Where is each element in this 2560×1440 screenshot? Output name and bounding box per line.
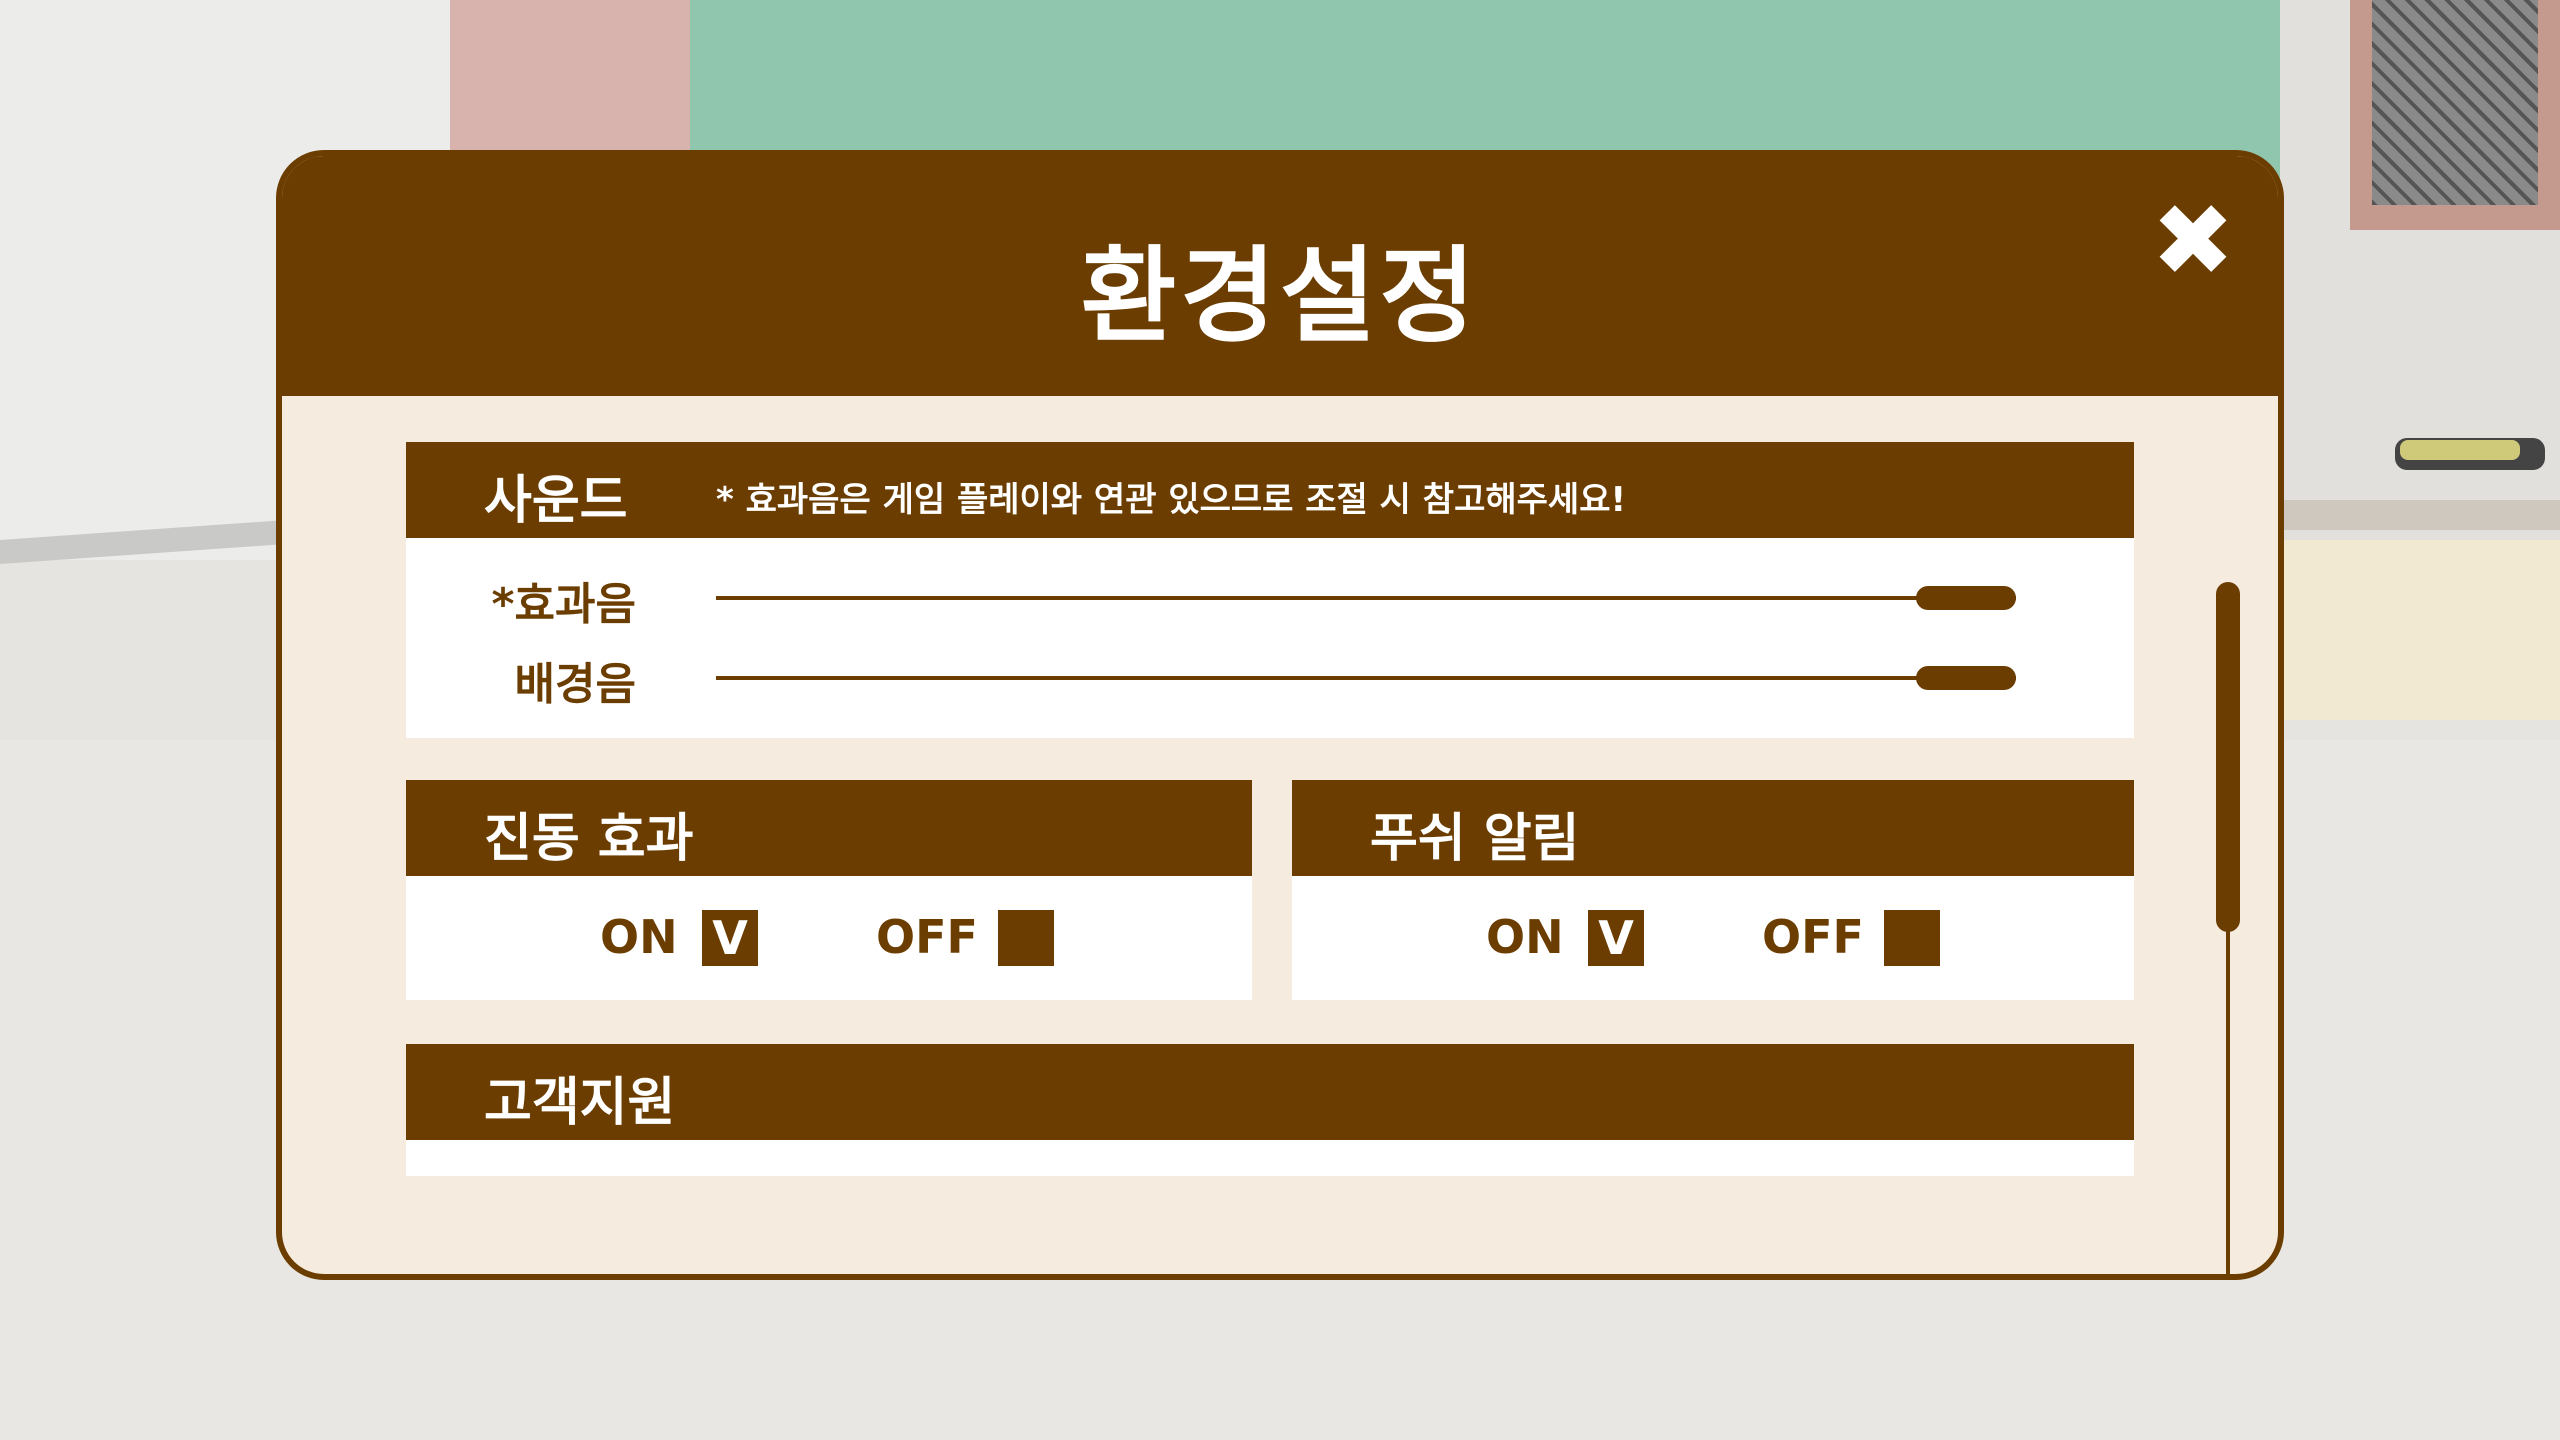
vibration-on-label: ON [600,910,678,964]
settings-dialog: 환경설정 ✖ 사운드 * 효과음은 게임 플레이와 연관 있으므로 조절 시 참… [276,150,2284,1280]
background-desk [2280,540,2560,720]
support-section-body [406,1140,2134,1176]
push-section-body: ON V OFF [1292,876,2134,1000]
sound-section-header: 사운드 * 효과음은 게임 플레이와 연관 있으므로 조절 시 참고해주세요! [406,442,2134,538]
push-on-checkbox[interactable]: V [1588,910,1644,966]
support-section-header: 고객지원 [406,1044,2134,1140]
push-on-label: ON [1486,910,1564,964]
background-pencil-case-tag [2400,440,2520,460]
scrollbar-thumb[interactable] [2216,582,2240,932]
sound-section-body: *효과음 배경음 [406,538,2134,738]
sound-section-title: 사운드 [484,471,628,531]
vibration-on-checkbox[interactable]: V [702,910,758,966]
bgm-label: 배경음 [514,659,636,710]
push-section-header: 푸쉬 알림 [1292,780,2134,876]
close-button[interactable]: ✖ [2148,191,2238,291]
sound-notice: * 효과음은 게임 플레이와 연관 있으므로 조절 시 참고해주세요! [716,480,1626,520]
vibration-off-label: OFF [876,910,978,964]
dialog-header: 환경설정 ✖ [282,156,2278,396]
bgm-slider-track[interactable] [716,676,2016,680]
background-window-grid [2372,0,2538,205]
push-section-title: 푸쉬 알림 [1370,809,1580,869]
support-section-title: 고객지원 [484,1073,676,1133]
dialog-title: 환경설정 [1080,235,1480,357]
bgm-slider-handle[interactable] [1916,666,2016,690]
close-icon: ✖ [2151,182,2235,299]
background-ledge [2280,500,2560,530]
push-off-label: OFF [1762,910,1864,964]
vibration-section-body: ON V OFF [406,876,1252,1000]
sfx-slider-handle[interactable] [1916,586,2016,610]
vibration-section-header: 진동 효과 [406,780,1252,876]
vibration-off-checkbox[interactable] [998,910,1054,966]
settings-content: 사운드 * 효과음은 게임 플레이와 연관 있으므로 조절 시 참고해주세요! … [282,396,2278,1274]
vibration-section-title: 진동 효과 [484,809,694,869]
sfx-slider-track[interactable] [716,596,2016,600]
push-off-checkbox[interactable] [1884,910,1940,966]
sfx-label: *효과음 [491,579,636,630]
